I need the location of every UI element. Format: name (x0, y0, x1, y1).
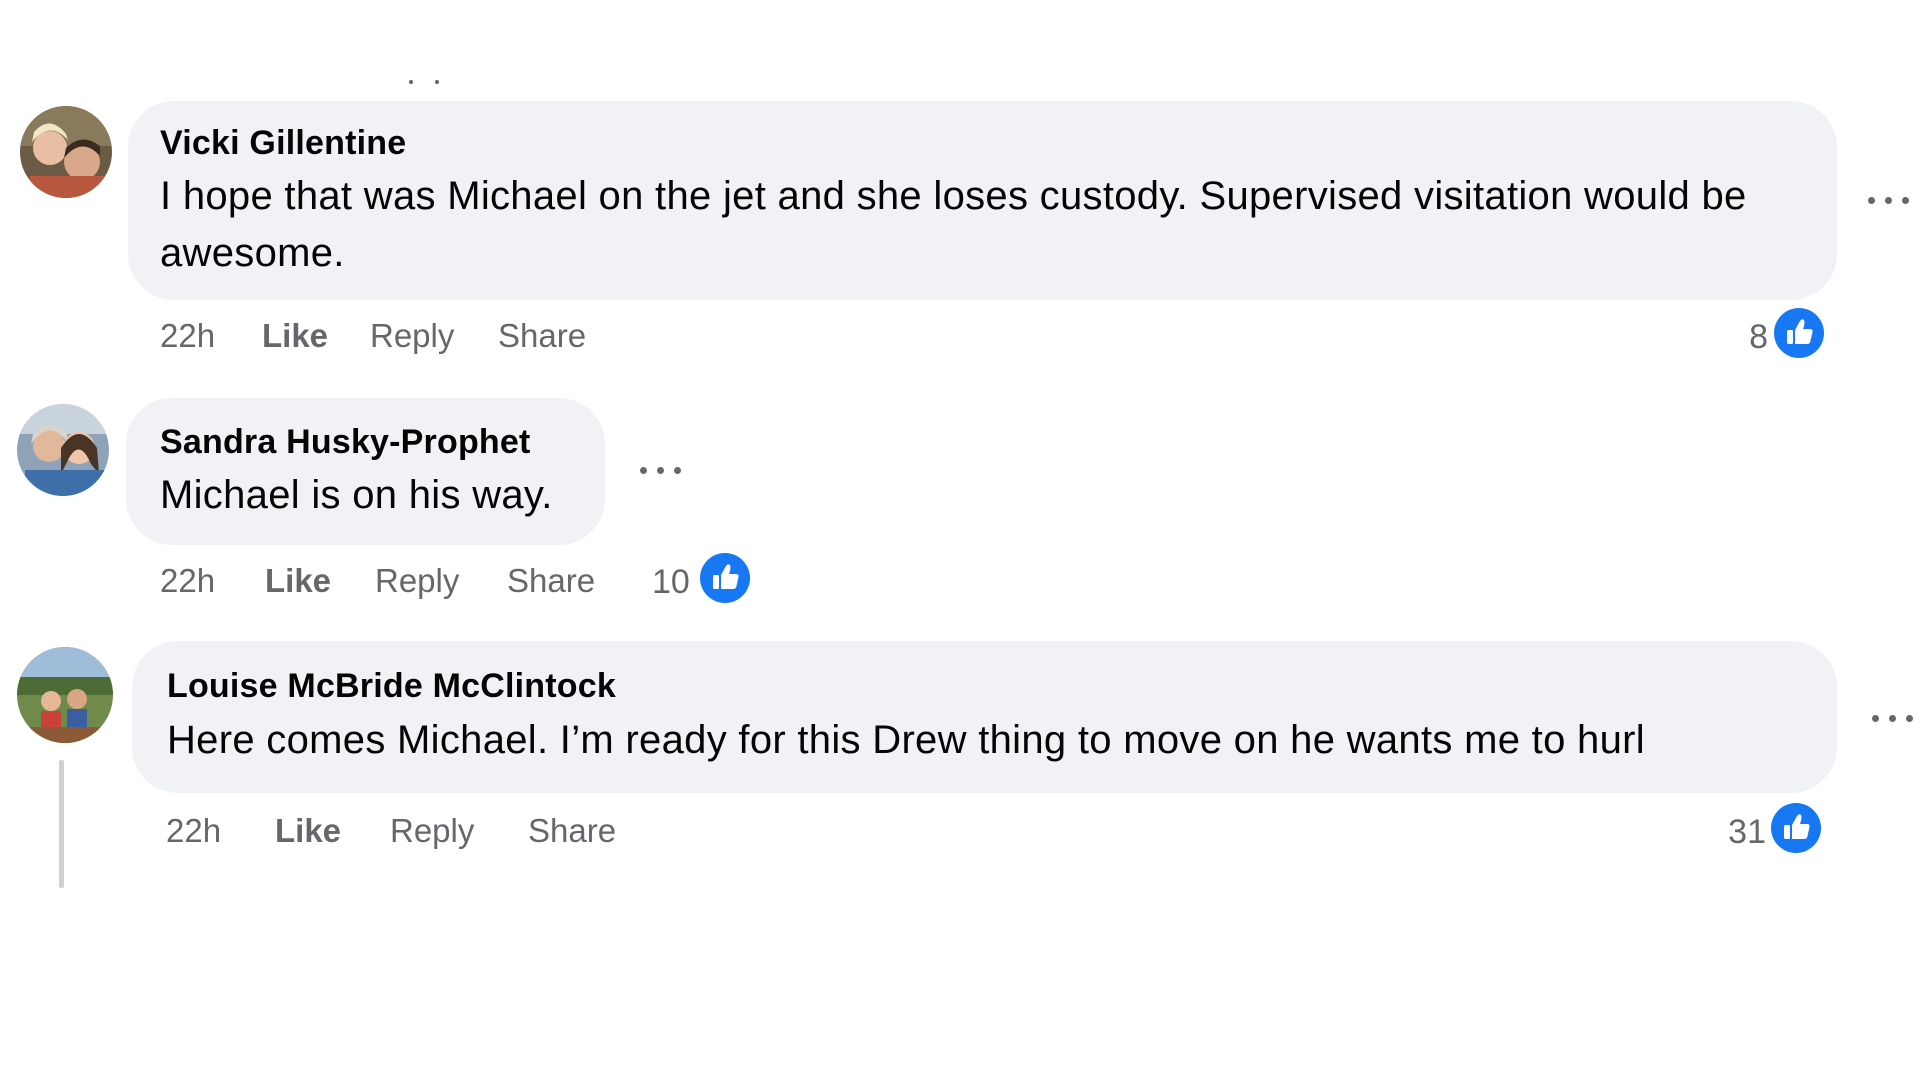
share-button[interactable]: Share (507, 562, 595, 600)
like-button[interactable]: Like (275, 812, 341, 850)
like-reaction-icon[interactable] (1771, 803, 1821, 853)
reaction-count[interactable]: 10 (652, 563, 690, 602)
comment-timestamp[interactable]: 22h (166, 812, 221, 850)
comment-author[interactable]: Louise McBride McClintock (167, 667, 616, 706)
avatar[interactable] (20, 106, 112, 198)
reply-button[interactable]: Reply (370, 317, 454, 355)
more-options-icon[interactable] (638, 460, 686, 480)
like-button[interactable]: Like (265, 562, 331, 600)
comment-timestamp[interactable]: 22h (160, 562, 215, 600)
share-button[interactable]: Share (528, 812, 616, 850)
more-options-icon[interactable] (1866, 190, 1914, 210)
like-button[interactable]: Like (262, 317, 328, 355)
reply-button[interactable]: Reply (390, 812, 474, 850)
comment-author[interactable]: Vicki Gillentine (160, 124, 406, 163)
reply-thread-line (59, 760, 64, 888)
avatar[interactable] (17, 647, 113, 743)
comment-text-line: Here comes Michael. I’m ready for this D… (167, 718, 1645, 762)
comment-author[interactable]: Sandra Husky-Prophet (160, 423, 531, 462)
reaction-count[interactable]: 8 (1749, 318, 1768, 357)
comment-text-line: I hope that was Michael on the jet and s… (160, 174, 1747, 218)
like-reaction-icon[interactable] (700, 553, 750, 603)
avatar[interactable] (17, 404, 109, 496)
reaction-count[interactable]: 31 (1728, 813, 1766, 852)
comment-text-line: awesome. (160, 231, 345, 275)
comment-timestamp[interactable]: 22h (160, 317, 215, 355)
share-button[interactable]: Share (498, 317, 586, 355)
reply-button[interactable]: Reply (375, 562, 459, 600)
comment-text-line: Michael is on his way. (160, 473, 553, 517)
more-options-icon[interactable] (1870, 708, 1918, 728)
scroll-remnant-dots (405, 76, 455, 86)
like-reaction-icon[interactable] (1774, 308, 1824, 358)
